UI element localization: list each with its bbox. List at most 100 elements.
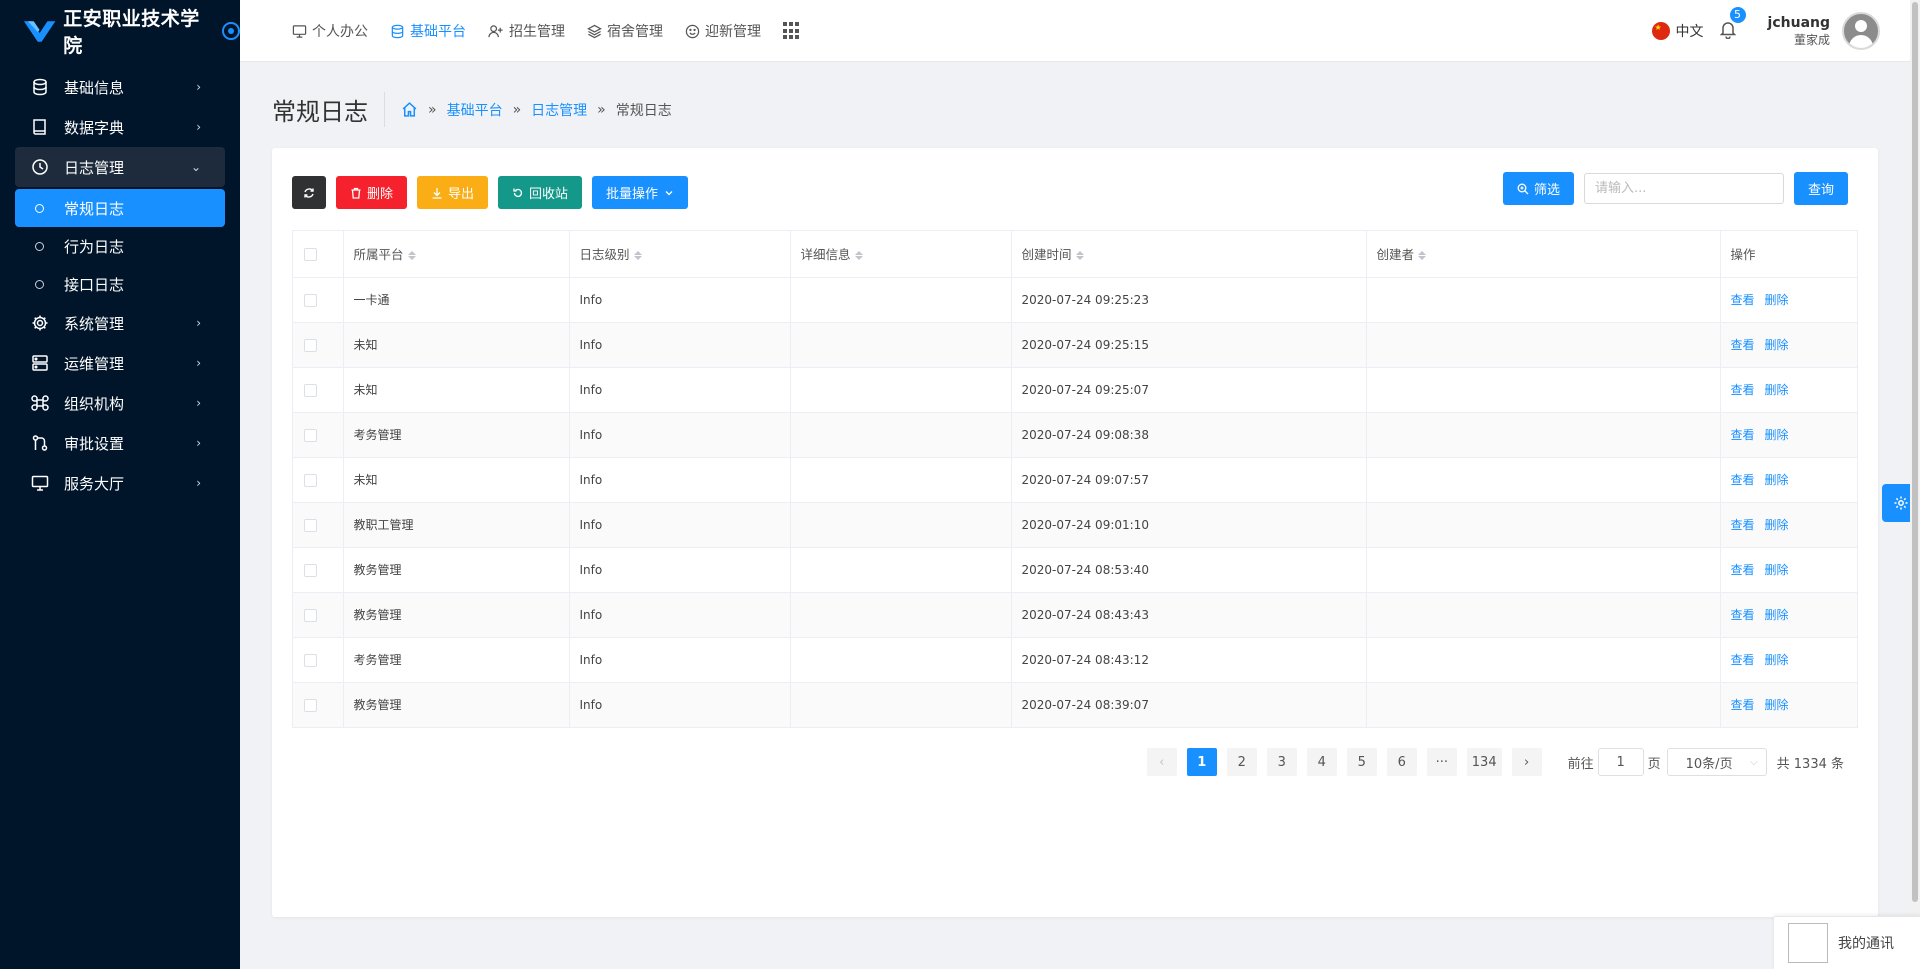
goto-page-input[interactable] (1597, 748, 1644, 776)
page-ellipsis[interactable]: ··· (1426, 748, 1457, 776)
table-row[interactable]: 未知 Info 2020-07-24 09:07:57 查看 删除 (293, 457, 1857, 503)
table-row[interactable]: 考务管理 Info 2020-07-24 08:43:12 查看 删除 (293, 637, 1857, 683)
topnav-basic-platform[interactable]: 基础平台 (390, 21, 466, 41)
breadcrumb-basic-platform[interactable]: 基础平台 (447, 100, 503, 120)
table-row[interactable]: 教务管理 Info 2020-07-24 08:43:43 查看 删除 (293, 592, 1857, 638)
table-row[interactable]: 教职工管理 Info 2020-07-24 09:01:10 查看 删除 (293, 502, 1857, 548)
column-header-detail[interactable]: 详细信息 (790, 231, 1012, 278)
view-link[interactable]: 查看 (1731, 293, 1755, 307)
page-button[interactable]: 5 (1346, 748, 1377, 776)
view-link[interactable]: 查看 (1731, 473, 1755, 487)
search-input[interactable] (1583, 173, 1784, 204)
row-checkbox[interactable] (304, 653, 317, 667)
chat-widget[interactable]: 我的通讯 (1774, 916, 1920, 969)
apps-grid-icon[interactable] (783, 22, 801, 40)
refresh-button[interactable] (292, 176, 326, 209)
query-button[interactable]: 查询 (1793, 172, 1848, 205)
home-icon[interactable] (401, 101, 418, 118)
sidebar-subitem-api-log[interactable]: 接口日志 (15, 265, 225, 303)
page-button[interactable]: 134 (1466, 748, 1502, 776)
sidebar-item-system[interactable]: 系统管理 › (15, 303, 225, 343)
notification-button[interactable]: 5 (1718, 7, 1746, 43)
sidebar-item-dictionary[interactable]: 数据字典 › (15, 107, 225, 147)
page-button[interactable]: 4 (1306, 748, 1337, 776)
table-row[interactable]: 未知 Info 2020-07-24 09:25:15 查看 删除 (293, 322, 1857, 368)
table-row[interactable]: 教务管理 Info 2020-07-24 08:39:07 查看 删除 (293, 682, 1857, 727)
view-link[interactable]: 查看 (1731, 518, 1755, 532)
sidebar-item-basic-info[interactable]: 基础信息 › (15, 67, 225, 107)
view-link[interactable]: 查看 (1731, 563, 1755, 577)
select-all-checkbox[interactable] (304, 248, 317, 262)
row-checkbox[interactable] (304, 428, 317, 442)
sidebar-subitem-regular-log[interactable]: 常规日志 (15, 189, 225, 227)
page-button[interactable]: 2 (1226, 748, 1257, 776)
filter-button[interactable]: 筛选 (1502, 172, 1574, 205)
row-checkbox[interactable] (304, 698, 317, 712)
export-button[interactable]: 导出 (417, 176, 489, 209)
column-header-creator[interactable]: 创建者 (1366, 231, 1721, 278)
sidebar-item-org[interactable]: 组织机构 › (15, 383, 225, 423)
column-header-level[interactable]: 日志级别 (569, 231, 791, 278)
delete-link[interactable]: 删除 (1765, 653, 1789, 667)
delete-link[interactable]: 删除 (1765, 698, 1789, 712)
view-link[interactable]: 查看 (1731, 338, 1755, 352)
row-checkbox[interactable] (304, 608, 317, 622)
delete-link[interactable]: 删除 (1765, 473, 1789, 487)
view-link[interactable]: 查看 (1731, 608, 1755, 622)
delete-link[interactable]: 删除 (1765, 293, 1789, 307)
delete-link[interactable]: 删除 (1765, 383, 1789, 397)
recycle-bin-button[interactable]: 回收站 (498, 176, 583, 209)
page-button[interactable]: 6 (1386, 748, 1417, 776)
table-row[interactable]: 考务管理 Info 2020-07-24 09:08:38 查看 删除 (293, 412, 1857, 458)
language-switch[interactable]: 中文 (1676, 21, 1704, 41)
view-link[interactable]: 查看 (1731, 383, 1755, 397)
sidebar-item-service-hall[interactable]: 服务大厅 › (15, 463, 225, 503)
row-checkbox[interactable] (304, 338, 317, 352)
page-size-select[interactable]: 10条/页 ⌵ (1666, 748, 1767, 776)
next-page-button[interactable]: › (1511, 748, 1542, 776)
user-info[interactable]: jchuang 董家成 (1768, 15, 1830, 48)
sidebar-subitem-behavior-log[interactable]: 行为日志 (15, 227, 225, 265)
sidebar-item-ops[interactable]: 运维管理 › (15, 343, 225, 383)
table-row[interactable]: 教务管理 Info 2020-07-24 08:53:40 查看 删除 (293, 547, 1857, 593)
collapse-toggle-icon[interactable] (222, 22, 240, 40)
table-row[interactable]: 一卡通 Info 2020-07-24 09:25:23 查看 删除 (293, 277, 1857, 323)
batch-operations-button[interactable]: 批量操作 (592, 176, 689, 209)
breadcrumb-log-management[interactable]: 日志管理 (531, 100, 587, 120)
table-row[interactable]: 未知 Info 2020-07-24 09:25:07 查看 删除 (293, 367, 1857, 413)
delete-link[interactable]: 删除 (1765, 338, 1789, 352)
row-checkbox[interactable] (304, 473, 317, 487)
delete-link[interactable]: 删除 (1765, 518, 1789, 532)
column-header-platform[interactable]: 所属平台 (343, 231, 570, 278)
delete-link[interactable]: 删除 (1765, 563, 1789, 577)
sort-icon[interactable] (854, 250, 863, 261)
view-link[interactable]: 查看 (1731, 653, 1755, 667)
topnav-orientation[interactable]: 迎新管理 (685, 21, 761, 41)
topnav-dormitory[interactable]: 宿舍管理 (587, 21, 663, 41)
sidebar-item-logs[interactable]: 日志管理 ⌄ (15, 147, 225, 187)
row-checkbox[interactable] (304, 563, 317, 577)
sort-icon[interactable] (1418, 250, 1427, 261)
row-checkbox[interactable] (304, 293, 317, 307)
topnav-personal-office[interactable]: 个人办公 (292, 21, 368, 41)
view-link[interactable]: 查看 (1731, 698, 1755, 712)
sidebar-item-approval[interactable]: 审批设置 › (15, 423, 225, 463)
row-checkbox[interactable] (304, 518, 317, 532)
delete-link[interactable]: 删除 (1765, 428, 1789, 442)
prev-page-button[interactable]: ‹ (1146, 748, 1177, 776)
row-checkbox[interactable] (304, 383, 317, 397)
scrollbar-thumb[interactable] (1912, 2, 1918, 902)
delete-button[interactable]: 删除 (336, 176, 408, 209)
column-header-created[interactable]: 创建时间 (1011, 231, 1367, 278)
logo[interactable]: 正安职业技术学院 (0, 0, 240, 62)
topnav-enrollment[interactable]: 招生管理 (488, 21, 565, 41)
page-button[interactable]: 3 (1266, 748, 1297, 776)
delete-link[interactable]: 删除 (1765, 608, 1789, 622)
avatar[interactable] (1842, 12, 1880, 50)
sort-icon[interactable] (633, 250, 642, 261)
sort-icon[interactable] (1075, 250, 1084, 261)
vertical-scrollbar[interactable] (1910, 0, 1920, 916)
sort-icon[interactable] (407, 250, 416, 261)
page-button[interactable]: 1 (1186, 748, 1217, 776)
view-link[interactable]: 查看 (1731, 428, 1755, 442)
